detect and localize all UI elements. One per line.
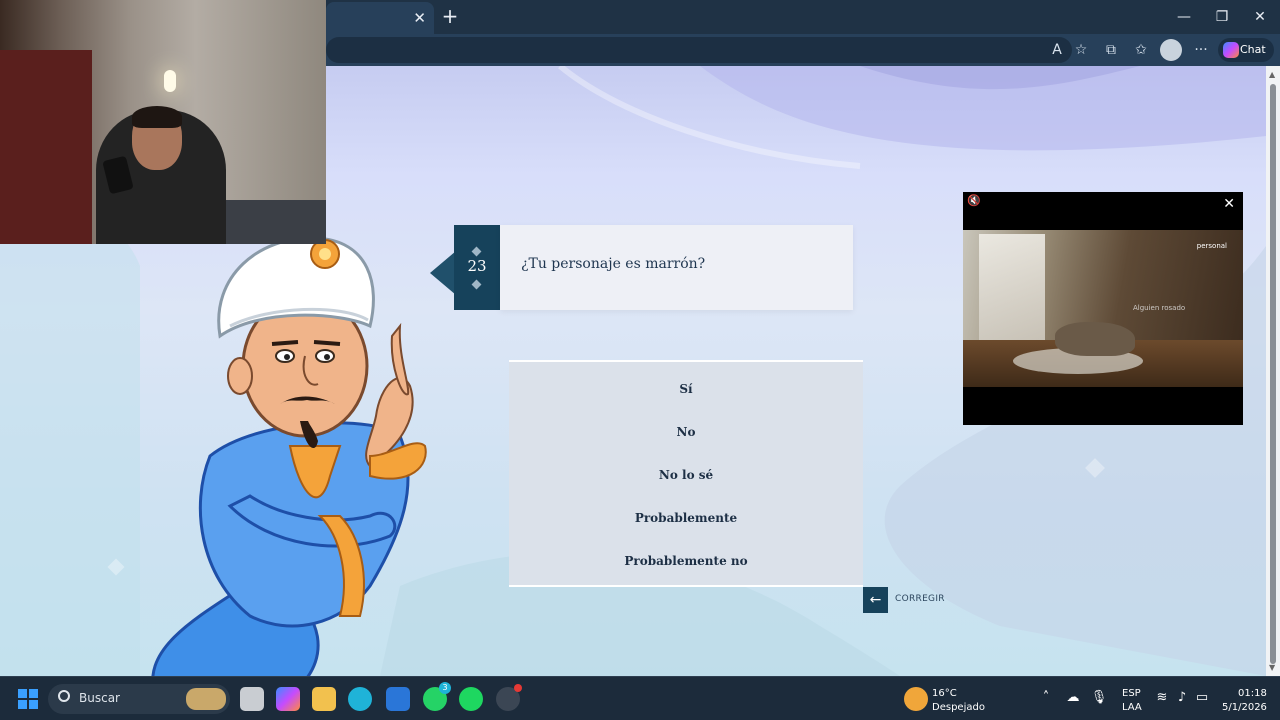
minimize-button[interactable]: —	[1172, 6, 1196, 28]
favorite-star-icon[interactable]: ☆	[1070, 39, 1092, 61]
language-code[interactable]: ESP	[1122, 687, 1141, 700]
question-number: 23	[467, 257, 487, 275]
copilot-chat-button[interactable]: Chat	[1218, 38, 1274, 62]
corregir-button[interactable]: ← CORREGIR	[863, 587, 953, 613]
keyboard-layout[interactable]: LAA	[1122, 701, 1142, 714]
answer-no-button[interactable]: No	[509, 425, 863, 439]
windows-taskbar: Buscar 3 16°C Despejado ˄ ☁ 🎙 ESP LAA ≋ …	[0, 676, 1280, 720]
task-view-icon[interactable]	[240, 687, 264, 711]
weather-moon-icon[interactable]	[904, 687, 928, 711]
ad-caption: Alguien rosado	[1133, 304, 1186, 312]
diamond-ornament-icon	[471, 246, 482, 257]
answer-probably-not-button[interactable]: Probablemente no	[509, 554, 863, 568]
address-bar[interactable]	[326, 37, 1072, 63]
start-windows-icon[interactable]	[16, 687, 40, 711]
onedrive-cloud-icon[interactable]: ☁	[1063, 689, 1083, 707]
whatsapp-badge: 3	[439, 682, 451, 694]
clock-date[interactable]: 5/1/2026	[1222, 701, 1267, 714]
question-card: ¿Tu personaje es marrón?	[500, 225, 853, 310]
outlook-icon[interactable]	[386, 687, 410, 711]
weather-temperature: 16°C	[932, 688, 957, 699]
edge-browser-icon[interactable]	[348, 687, 372, 711]
read-aloud-icon[interactable]: A	[1046, 39, 1068, 61]
page-scrollbar[interactable]: ▲ ▼	[1266, 66, 1280, 676]
answer-options-panel: Sí No No lo sé Probablemente Probablemen…	[509, 360, 863, 587]
webcam-bed	[218, 200, 326, 244]
maximize-button[interactable]: ❐	[1210, 6, 1234, 28]
chat-label: Chat	[1240, 43, 1266, 56]
answer-yes-button[interactable]: Sí	[509, 382, 863, 396]
volume-icon[interactable]: ♪	[1172, 689, 1192, 707]
back-arrow-icon: ←	[863, 587, 888, 613]
app-with-notification-icon[interactable]	[496, 684, 522, 711]
answer-dont-know-button[interactable]: No lo sé	[509, 468, 863, 482]
ad-dog	[1055, 322, 1135, 356]
search-label: Buscar	[79, 691, 120, 705]
favorites-icon[interactable]: ✩	[1130, 39, 1152, 61]
scrollbar-thumb[interactable]	[1270, 84, 1276, 664]
tray-chevron-up-icon[interactable]: ˄	[1036, 689, 1056, 707]
file-explorer-icon[interactable]	[312, 687, 336, 711]
weather-description: Despejado	[932, 702, 985, 713]
wifi-icon[interactable]: ≋	[1152, 689, 1172, 707]
question-pointer	[430, 251, 456, 295]
akinator-genie-illustration	[151, 236, 427, 676]
ad-window-light	[979, 234, 1045, 352]
corregir-label: CORREGIR	[895, 594, 945, 604]
video-ad[interactable]: 🔇 ✕ personal Alguien rosado	[963, 192, 1243, 425]
more-icon[interactable]: ···	[1190, 39, 1212, 61]
active-tab[interactable]: ✕	[326, 2, 434, 34]
copilot-app-icon[interactable]	[276, 687, 300, 711]
muted-speaker-icon[interactable]: 🔇	[967, 194, 981, 207]
battery-icon[interactable]: ▭	[1192, 689, 1212, 707]
new-tab-button[interactable]: +	[440, 5, 460, 29]
clock-time[interactable]: 01:18	[1238, 687, 1267, 700]
copilot-icon	[1223, 42, 1239, 58]
microphone-icon[interactable]: 🎙	[1089, 689, 1109, 707]
webcam-hair	[132, 106, 182, 128]
search-icon	[58, 690, 70, 702]
webcam-overlay	[0, 0, 326, 244]
diamond-ornament-icon	[471, 279, 482, 290]
webcam-door	[0, 50, 92, 244]
question-number-box: 23	[454, 225, 500, 310]
ad-close-icon[interactable]: ✕	[1223, 196, 1235, 212]
notification-dot-icon	[514, 684, 522, 692]
scroll-down-arrow-icon[interactable]: ▼	[1269, 663, 1275, 672]
spotify-icon[interactable]	[459, 687, 483, 711]
question-text: ¿Tu personaje es marrón?	[521, 256, 706, 272]
profile-icon[interactable]	[1160, 39, 1182, 61]
ad-video-frame[interactable]: personal Alguien rosado	[963, 230, 1243, 387]
answer-probably-button[interactable]: Probablemente	[509, 511, 863, 525]
search-highlight-art	[186, 688, 226, 710]
scroll-up-arrow-icon[interactable]: ▲	[1269, 70, 1275, 79]
tab-close-icon[interactable]: ✕	[413, 8, 426, 28]
taskbar-search-box[interactable]: Buscar	[48, 684, 230, 714]
close-window-button[interactable]: ✕	[1248, 6, 1272, 28]
extensions-icon[interactable]: ⧉	[1100, 39, 1122, 61]
ad-overlay-text: personal	[1196, 242, 1227, 250]
whatsapp-icon[interactable]: 3	[423, 682, 451, 711]
webcam-light-bulb	[164, 70, 176, 92]
